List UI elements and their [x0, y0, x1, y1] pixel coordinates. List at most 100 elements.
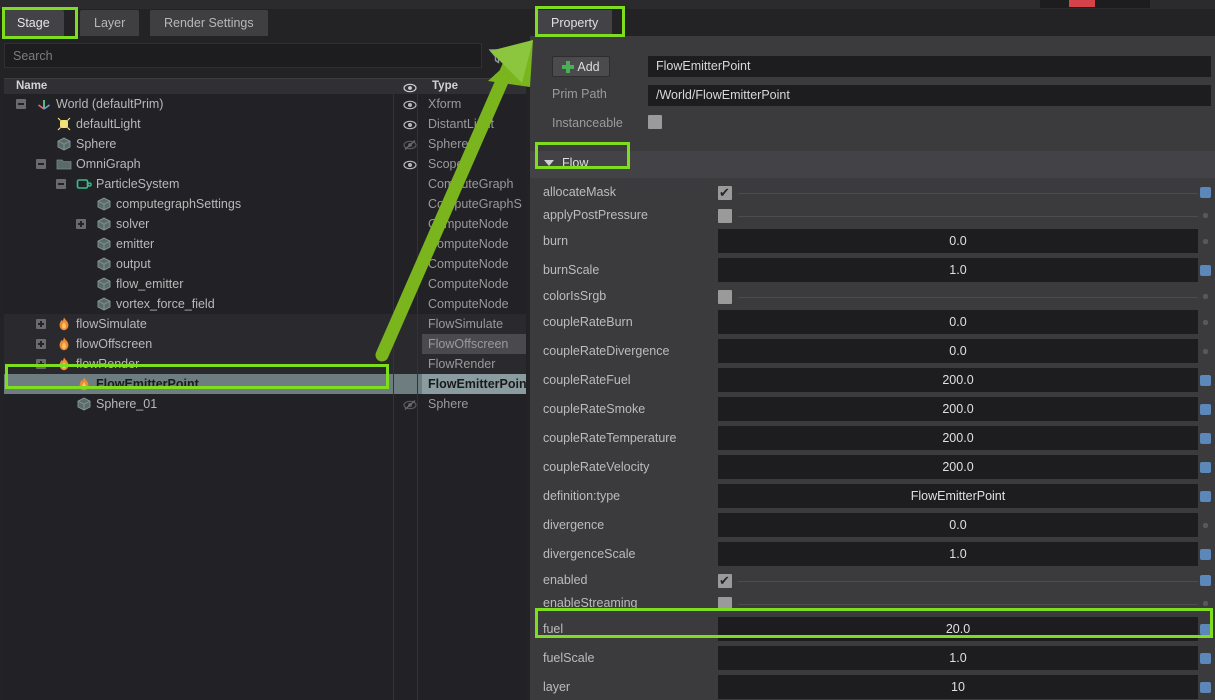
property-keyframe-indicator[interactable]	[1203, 523, 1208, 528]
property-row[interactable]: divergence 0.0	[530, 511, 1215, 540]
property-keyframe-indicator[interactable]	[1200, 404, 1211, 415]
property-checkbox[interactable]	[718, 571, 732, 590]
property-value-field[interactable]: 0.0	[718, 339, 1198, 363]
tree-expander-collapsed[interactable]	[36, 359, 46, 369]
property-keyframe-indicator[interactable]	[1200, 375, 1211, 386]
tree-expander-collapsed[interactable]	[36, 319, 46, 329]
property-checkbox[interactable]	[718, 289, 732, 304]
property-row[interactable]: fuelScale 1.0	[530, 644, 1215, 673]
property-row[interactable]: enableStreaming	[530, 592, 1215, 615]
property-value-field[interactable]: 200.0	[718, 455, 1198, 479]
property-keyframe-indicator[interactable]	[1200, 549, 1211, 560]
stage-tree-row[interactable]: flow_emitter ComputeNode	[4, 274, 526, 294]
visibility-icon-visible[interactable]	[403, 98, 417, 110]
search-input[interactable]	[4, 43, 482, 68]
property-keyframe-indicator[interactable]	[1200, 265, 1211, 276]
property-row[interactable]: burnScale 1.0	[530, 256, 1215, 285]
stage-tree-row[interactable]: World (defaultPrim) Xform	[4, 94, 526, 114]
stage-tree-row[interactable]: flowSimulate FlowSimulate	[4, 314, 526, 334]
stage-tree-row[interactable]: OmniGraph Scope	[4, 154, 526, 174]
property-value-field[interactable]: 200.0	[718, 368, 1198, 392]
property-value-field[interactable]: 0.0	[718, 513, 1198, 537]
tab-property[interactable]: Property	[537, 10, 613, 36]
property-keyframe-indicator[interactable]	[1200, 682, 1211, 693]
stage-tree-row[interactable]: vortex_force_field ComputeNode	[4, 294, 526, 314]
tree-expander-expanded[interactable]	[16, 99, 26, 109]
property-row[interactable]: burn 0.0	[530, 227, 1215, 256]
property-value-field[interactable]: 10	[718, 675, 1198, 699]
property-checkbox[interactable]	[718, 596, 732, 611]
prim-path-field[interactable]	[648, 85, 1211, 106]
property-row[interactable]: enabled	[530, 569, 1215, 592]
property-value-field[interactable]: 1.0	[718, 258, 1198, 282]
options-menu-icon[interactable]	[510, 46, 530, 66]
tree-expander-collapsed[interactable]	[36, 339, 46, 349]
property-value-field[interactable]: 20.0	[718, 617, 1198, 641]
add-button[interactable]: Add	[552, 56, 610, 77]
property-row[interactable]: divergenceScale 1.0	[530, 540, 1215, 569]
stage-tree-row[interactable]: Sphere_01 Sphere	[4, 394, 526, 414]
property-keyframe-indicator[interactable]	[1200, 653, 1211, 664]
property-row[interactable]: definition:type FlowEmitterPoint	[530, 482, 1215, 511]
window-close-button[interactable]	[1069, 0, 1095, 7]
stage-tree-row[interactable]: solver ComputeNode	[4, 214, 526, 234]
property-checkbox[interactable]	[718, 183, 732, 202]
visibility-icon-visible[interactable]	[403, 158, 417, 170]
flow-section-header[interactable]: Flow	[530, 151, 1215, 178]
property-value-field[interactable]: 0.0	[718, 229, 1198, 253]
property-row[interactable]: coupleRateDivergence 0.0	[530, 337, 1215, 366]
stage-tree-row[interactable]: ParticleSystem ComputeGraph	[4, 174, 526, 194]
tree-expander-expanded[interactable]	[36, 159, 46, 169]
tab-layer[interactable]: Layer	[80, 10, 140, 36]
property-keyframe-indicator[interactable]	[1203, 349, 1208, 354]
tree-expander-expanded[interactable]	[56, 179, 66, 189]
stage-tree-row[interactable]: output ComputeNode	[4, 254, 526, 274]
property-keyframe-indicator[interactable]	[1203, 320, 1208, 325]
stage-tree-row[interactable]: emitter ComputeNode	[4, 234, 526, 254]
property-row[interactable]: coupleRateBurn 0.0	[530, 308, 1215, 337]
stage-tree-row[interactable]: FlowEmitterPoint FlowEmitterPoin	[4, 374, 527, 394]
property-value-field[interactable]: 1.0	[718, 542, 1198, 566]
property-checkbox[interactable]	[718, 208, 732, 223]
property-list[interactable]: allocateMaskapplyPostPressureburn0.0burn…	[530, 181, 1215, 700]
tab-stage[interactable]: Stage	[3, 10, 64, 36]
property-keyframe-indicator[interactable]	[1203, 601, 1208, 606]
property-keyframe-indicator[interactable]	[1200, 491, 1211, 502]
property-row[interactable]: coupleRateSmoke 200.0	[530, 395, 1215, 424]
property-row[interactable]: coupleRateFuel 200.0	[530, 366, 1215, 395]
property-keyframe-indicator[interactable]	[1200, 575, 1211, 586]
property-keyframe-indicator[interactable]	[1200, 624, 1211, 635]
filter-icon[interactable]	[487, 46, 507, 66]
property-keyframe-indicator[interactable]	[1200, 187, 1211, 198]
stage-tree-row[interactable]: flowOffscreen FlowOffscreen	[4, 334, 526, 354]
property-row[interactable]: fuel 20.0	[530, 615, 1215, 644]
stage-tree-row[interactable]: defaultLight DistantLight	[4, 114, 526, 134]
property-value-field[interactable]: 0.0	[718, 310, 1198, 334]
property-keyframe-indicator[interactable]	[1200, 462, 1211, 473]
stage-tree[interactable]: World (defaultPrim) Xform defaultLight Dist…	[4, 94, 527, 700]
visibility-icon-hidden[interactable]	[403, 138, 417, 150]
property-value-field[interactable]: 200.0	[718, 426, 1198, 450]
property-keyframe-indicator[interactable]	[1200, 433, 1211, 444]
property-keyframe-indicator[interactable]	[1203, 239, 1208, 244]
tab-render-settings[interactable]: Render Settings	[150, 10, 268, 36]
property-row[interactable]: layer 10	[530, 673, 1215, 700]
property-row[interactable]: applyPostPressure	[530, 204, 1215, 227]
property-value-field[interactable]: 200.0	[718, 397, 1198, 421]
stage-tree-row[interactable]: computegraphSettings ComputeGraphS	[4, 194, 526, 214]
property-row[interactable]: coupleRateVelocity 200.0	[530, 453, 1215, 482]
property-row[interactable]: allocateMask	[530, 181, 1215, 204]
property-value-field[interactable]: FlowEmitterPoint	[718, 484, 1198, 508]
tree-expander-collapsed[interactable]	[76, 219, 86, 229]
property-row[interactable]: colorIsSrgb	[530, 285, 1215, 308]
stage-tree-row[interactable]: Sphere Sphere	[4, 134, 526, 154]
visibility-icon-hidden[interactable]	[403, 398, 417, 410]
property-row[interactable]: coupleRateTemperature 200.0	[530, 424, 1215, 453]
property-keyframe-indicator[interactable]	[1203, 294, 1208, 299]
property-keyframe-indicator[interactable]	[1203, 213, 1208, 218]
prim-name-field[interactable]	[648, 56, 1211, 77]
property-value-field[interactable]: 1.0	[718, 646, 1198, 670]
visibility-icon-visible[interactable]	[403, 118, 417, 130]
stage-tree-row[interactable]: flowRender FlowRender	[4, 354, 526, 374]
instanceable-checkbox[interactable]	[648, 115, 662, 129]
